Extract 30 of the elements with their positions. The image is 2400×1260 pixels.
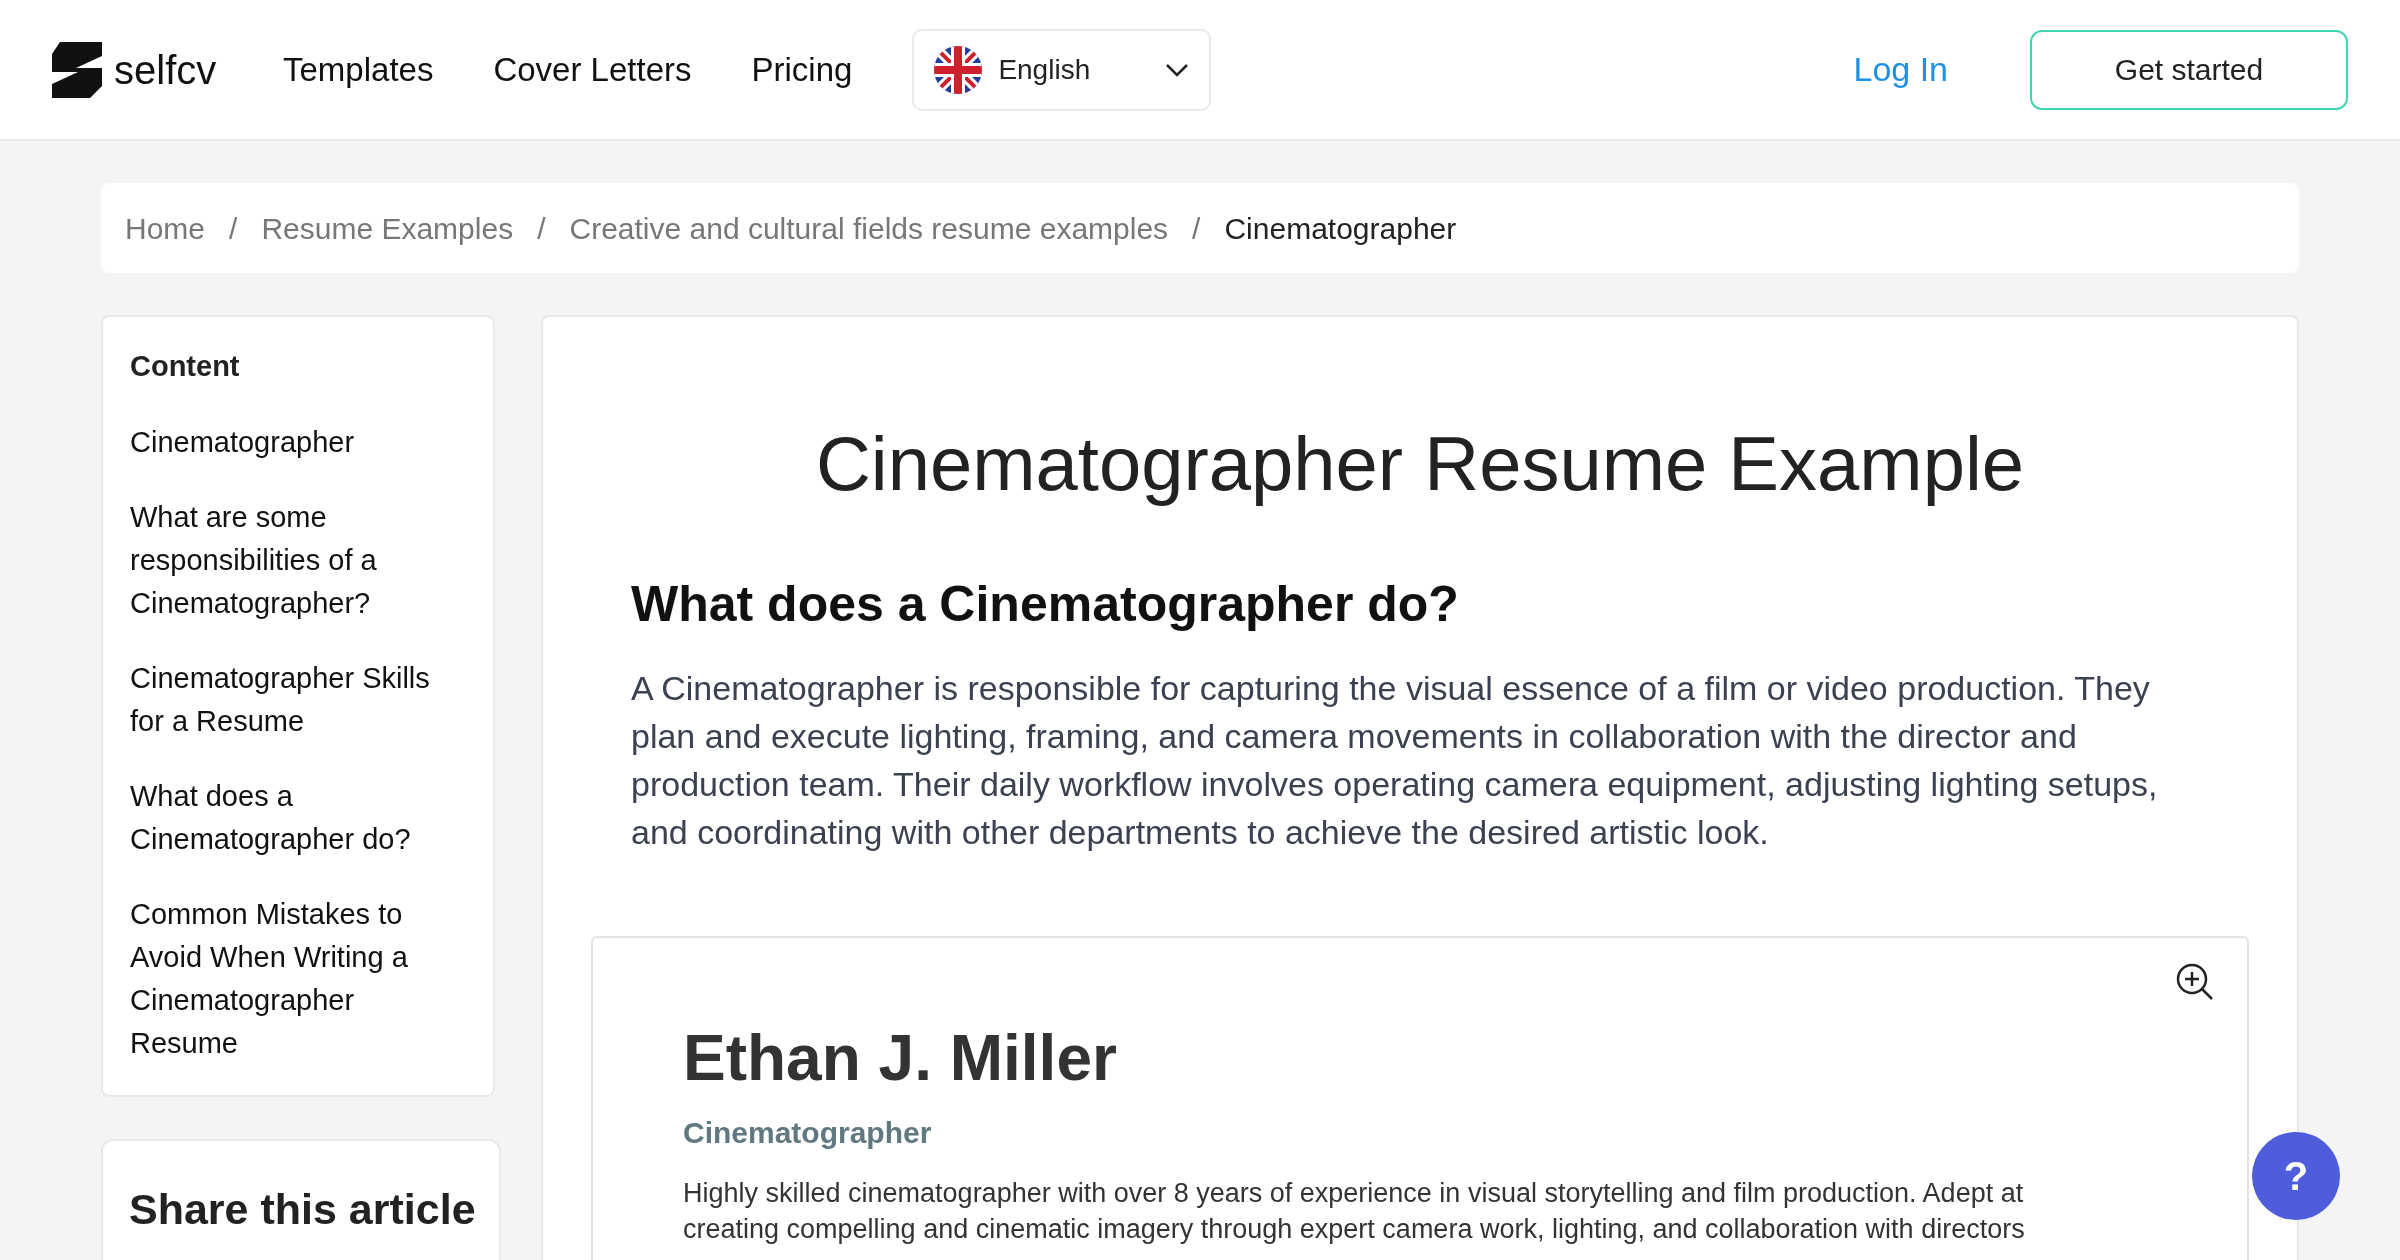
breadcrumb-link[interactable]: Home <box>125 205 206 251</box>
breadcrumb-link[interactable]: Creative and cultural fields resume examples <box>569 205 1169 251</box>
chevron-down-icon <box>1165 62 1190 77</box>
breadcrumb-separator: / <box>537 210 546 247</box>
resume-name: Ethan J. Miller <box>683 1026 1118 1090</box>
section-paragraph: A Cinematographer is responsible for capturing the visual essence of a film or video production. They plan and execute lighting, framing, and camera movements in collaboration with the director and production team. Their daily workflow involves operating camera equipment, adjusting lighting setups, and coordinating with other departments to achieve the desired artistic look. <box>631 668 2159 853</box>
breadcrumb-link[interactable]: Resume Examples <box>261 205 514 251</box>
contents-link[interactable]: What does a Cinematographer do? <box>130 774 466 861</box>
resume-role: Cinematographer <box>683 1115 933 1151</box>
language-dropdown[interactable]: English <box>912 28 1212 111</box>
resume-summary: Highly skilled cinematographer with over 8 years of experience in visual storytelling and film production. Adept at creating compelling and cinematic imagery through expert camera work, lighting, and collaboration with directors <box>683 1177 2026 1246</box>
share-title: Share this article <box>129 1183 473 1235</box>
logo-icon[interactable] <box>52 41 102 98</box>
zoom-in-icon[interactable] <box>2175 962 2215 1002</box>
contents-link[interactable]: Cinematographer Skills for a Resume <box>130 656 466 743</box>
contents-link[interactable]: Common Mistakes to Avoid When Writing a Cinematographer Resume <box>130 892 466 1065</box>
get-started-button[interactable]: Get started <box>2030 29 2348 110</box>
section-heading: What does a Cinematographer do? <box>631 575 1460 634</box>
breadcrumb-separator: / <box>229 210 238 247</box>
contents-link[interactable]: What are some responsibilities of a Cinematographer? <box>130 495 466 625</box>
breadcrumb-current[interactable]: Cinematographer <box>1224 205 1457 251</box>
contents-link[interactable]: Cinematographer <box>130 420 466 464</box>
breadcrumb-separator: / <box>1192 210 1201 247</box>
nav-link[interactable]: Templates <box>283 44 434 95</box>
logo-text[interactable]: selfcv <box>114 39 217 100</box>
contents-title: Content <box>130 349 241 384</box>
article-title: Cinematographer Resume Example <box>814 420 2026 508</box>
nav-link[interactable]: Pricing <box>751 44 853 95</box>
help-button[interactable]: ? <box>2252 1132 2340 1220</box>
nav-link[interactable]: Cover Letters <box>493 44 692 95</box>
